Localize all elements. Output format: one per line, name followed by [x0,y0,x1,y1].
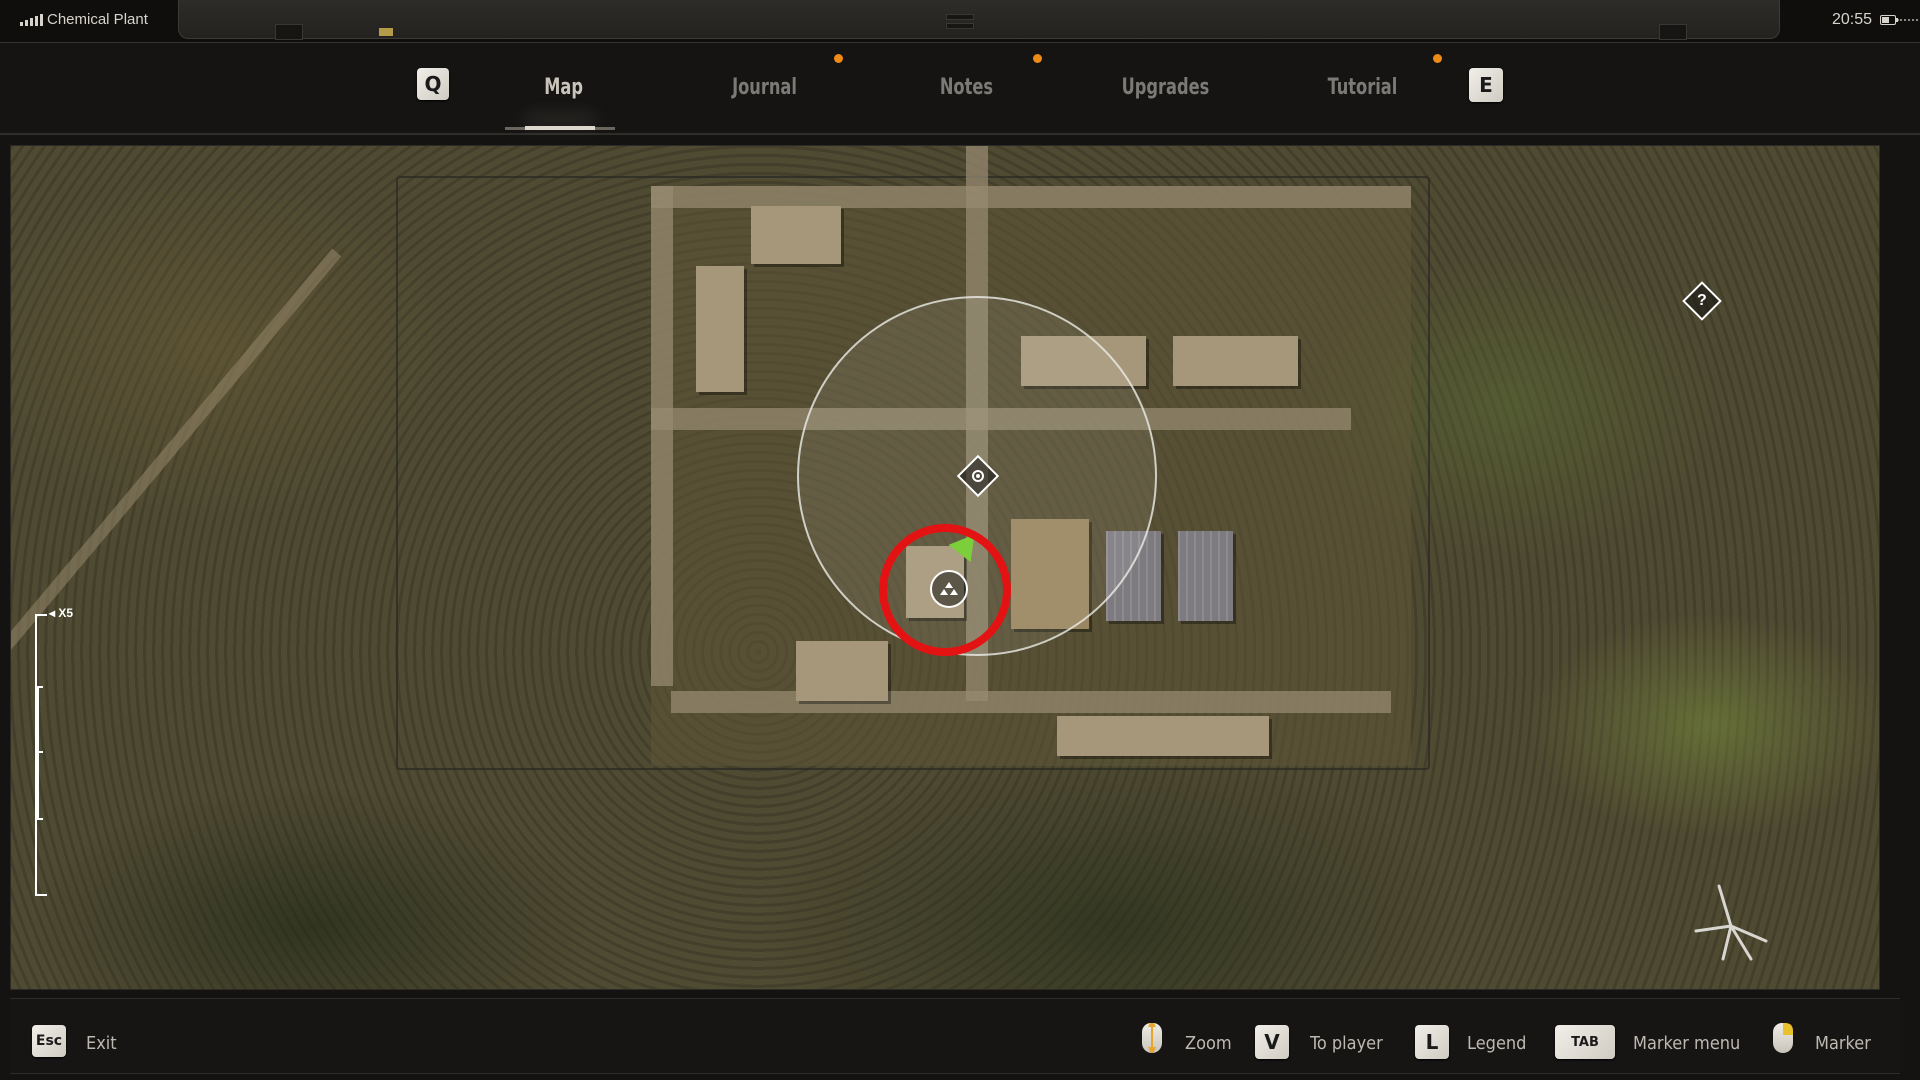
controls-footer: Esc Exit Zoom V To player L Legend TAB M… [0,992,1920,1080]
building [1057,716,1269,756]
map-view[interactable]: ? ◂ X5 [10,145,1880,990]
zoom-level-label: ◂ X5 [49,606,74,620]
tutorial-notification-dot [1433,54,1442,63]
zoom-scale-slider[interactable] [35,614,47,896]
exit-label[interactable]: Exit [86,1033,117,1054]
marker-hint: Marker [1815,1033,1871,1054]
mouse-wheel-icon [1142,1019,1162,1055]
building [796,641,888,701]
building [1178,531,1233,621]
exit-key[interactable]: Esc [32,1025,66,1057]
building [751,206,841,264]
tab-tutorial[interactable]: Tutorial [1328,75,1398,100]
journal-notification-dot [834,54,843,63]
question-glyph: ? [1697,292,1707,309]
status-bar: Chemical Plant 20:55 [0,0,1920,42]
zoom-tick [37,751,43,753]
tab-bar: Q Map Journal Notes Upgrades Tutorial E [0,42,1920,135]
mouse-right-click-icon [1773,1023,1793,1053]
stash-icon[interactable] [930,570,968,608]
active-tab-indicator [505,126,615,130]
zoom-tick [37,818,43,820]
clock: 20:55 [1832,11,1899,29]
tab-map[interactable]: Map [544,75,583,100]
device-frame [178,0,1920,40]
zoom-hint: Zoom [1185,1033,1232,1054]
road [671,691,1391,713]
to-player-hint[interactable]: To player [1310,1033,1383,1054]
frame-grille [946,14,974,29]
to-player-key[interactable]: V [1255,1025,1289,1059]
road [651,186,673,686]
tab-notes[interactable]: Notes [940,75,993,100]
frame-notch [275,24,303,40]
frame-notch [1659,24,1687,40]
device-led [379,28,393,36]
marker-menu-hint[interactable]: Marker menu [1633,1033,1740,1054]
helicopter-wreck-icon [1694,884,1768,961]
footer-panel: Esc Exit Zoom V To player L Legend TAB M… [10,998,1900,1074]
legend-key[interactable]: L [1415,1025,1449,1059]
question-diamond-icon[interactable]: ? [1682,281,1722,321]
zoom-level-text: X5 [58,606,74,620]
frame-vent [1897,19,1920,25]
legend-hint[interactable]: Legend [1467,1033,1526,1054]
building [1173,336,1298,386]
battery-icon [1880,15,1899,25]
location-indicator: Chemical Plant [20,11,148,28]
next-tab-key[interactable]: E [1469,68,1503,102]
marker-menu-key[interactable]: TAB [1555,1025,1615,1059]
building [696,266,744,392]
location-name: Chemical Plant [47,11,148,28]
tab-upgrades[interactable]: Upgrades [1122,75,1210,100]
clock-time: 20:55 [1832,11,1873,28]
signal-icon [20,13,43,26]
tab-journal[interactable]: Journal [732,75,797,100]
road [651,186,1411,208]
dirt-path [11,248,342,716]
prev-tab-key[interactable]: Q [417,68,449,100]
notes-notification-dot [1033,54,1042,63]
